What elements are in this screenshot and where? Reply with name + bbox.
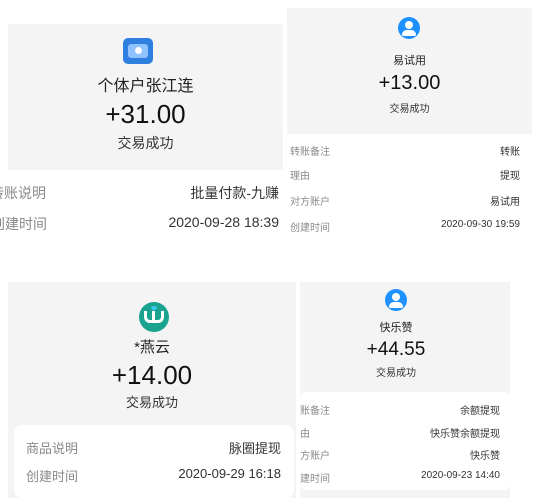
row-value: 2020-09-29 16:18 (178, 466, 281, 481)
row-label: 创建时间 (290, 223, 330, 234)
row-value: 2020-09-30 19:59 (441, 219, 520, 230)
detail-row: 方账户 快乐赞 (300, 447, 510, 462)
row-value: 转账 (500, 147, 520, 158)
detail-row: 建时间 2020-09-23 14:40 (300, 470, 510, 485)
row-label: 方账户 (300, 451, 330, 462)
row-value: 脉圈提现 (228, 441, 281, 456)
detail-row: 创建时间 2020-09-29 16:18 (14, 466, 294, 484)
row-value: 快乐赞余额提现 (430, 429, 500, 440)
detail-row: 创建时间 2020-09-30 19:59 (287, 219, 532, 234)
row-label: 转账备注 (290, 147, 330, 158)
amount: +44.55 (366, 339, 426, 360)
user-avatar-icon (398, 17, 420, 39)
amount: +14.00 (111, 360, 193, 390)
row-value: 余额提现 (460, 406, 500, 417)
detail-row: 转账说明 批量付款-九赚 (0, 183, 283, 203)
row-label: 建时间 (300, 474, 330, 485)
row-label: 创建时间 (26, 469, 79, 484)
row-value: 快乐赞 (470, 451, 500, 462)
amount: +31.00 (105, 99, 186, 129)
counterparty-name: 个体户张江连 (97, 78, 194, 95)
receipt-panel-4: 快乐赞 +44.55 交易成功 账备注 余额提现 由 快乐赞余额提现 方账户 快… (300, 282, 535, 498)
counterparty-name: 快乐赞 (379, 322, 413, 334)
row-label: 由 (300, 429, 310, 440)
app-logo-icon (139, 302, 169, 332)
receipt-panel-2: 易试用 +13.00 交易成功 转账备注 转账 理由 提现 对方账户 易试用 创… (287, 0, 535, 245)
status-text: 交易成功 (117, 135, 174, 151)
counterparty-name: 易试用 (393, 55, 426, 67)
user-avatar-icon (385, 289, 407, 311)
detail-row: 商品说明 脉圈提现 (14, 438, 294, 456)
detail-row: 对方账户 易试用 (287, 193, 532, 208)
row-value: 批量付款-九赚 (190, 185, 279, 201)
detail-row: 账备注 余额提现 (300, 402, 510, 417)
app-logo-icon (123, 38, 153, 64)
receipt-panel-3: *燕云 +14.00 交易成功 商品说明 脉圈提现 创建时间 2020-09-2… (0, 282, 296, 498)
row-label: 账备注 (300, 406, 330, 417)
status-text: 交易成功 (389, 104, 430, 115)
row-value: 易试用 (490, 197, 520, 208)
row-value: 提现 (500, 171, 520, 182)
counterparty-name: *燕云 (134, 339, 170, 356)
row-label: 商品说明 (26, 441, 79, 456)
receipt-panel-1: 个体户张江连 +31.00 交易成功 转账说明 批量付款-九赚 创建时间 202… (0, 0, 283, 245)
row-value: 2020-09-23 14:40 (421, 470, 500, 481)
row-label: 对方账户 (290, 197, 330, 208)
details-card (14, 425, 294, 498)
amount: +13.00 (378, 72, 441, 94)
detail-row: 转账备注 转账 (287, 143, 532, 158)
row-label: 理由 (290, 171, 310, 182)
status-text: 交易成功 (376, 368, 416, 379)
detail-row: 由 快乐赞余额提现 (300, 425, 510, 440)
row-label: 转账说明 (0, 185, 46, 201)
row-value: 2020-09-28 18:39 (168, 214, 279, 230)
detail-row: 理由 提现 (287, 167, 532, 182)
row-label: 创建时间 (0, 216, 47, 232)
status-text: 交易成功 (125, 395, 178, 410)
detail-row: 创建时间 2020-09-28 18:39 (0, 214, 283, 234)
